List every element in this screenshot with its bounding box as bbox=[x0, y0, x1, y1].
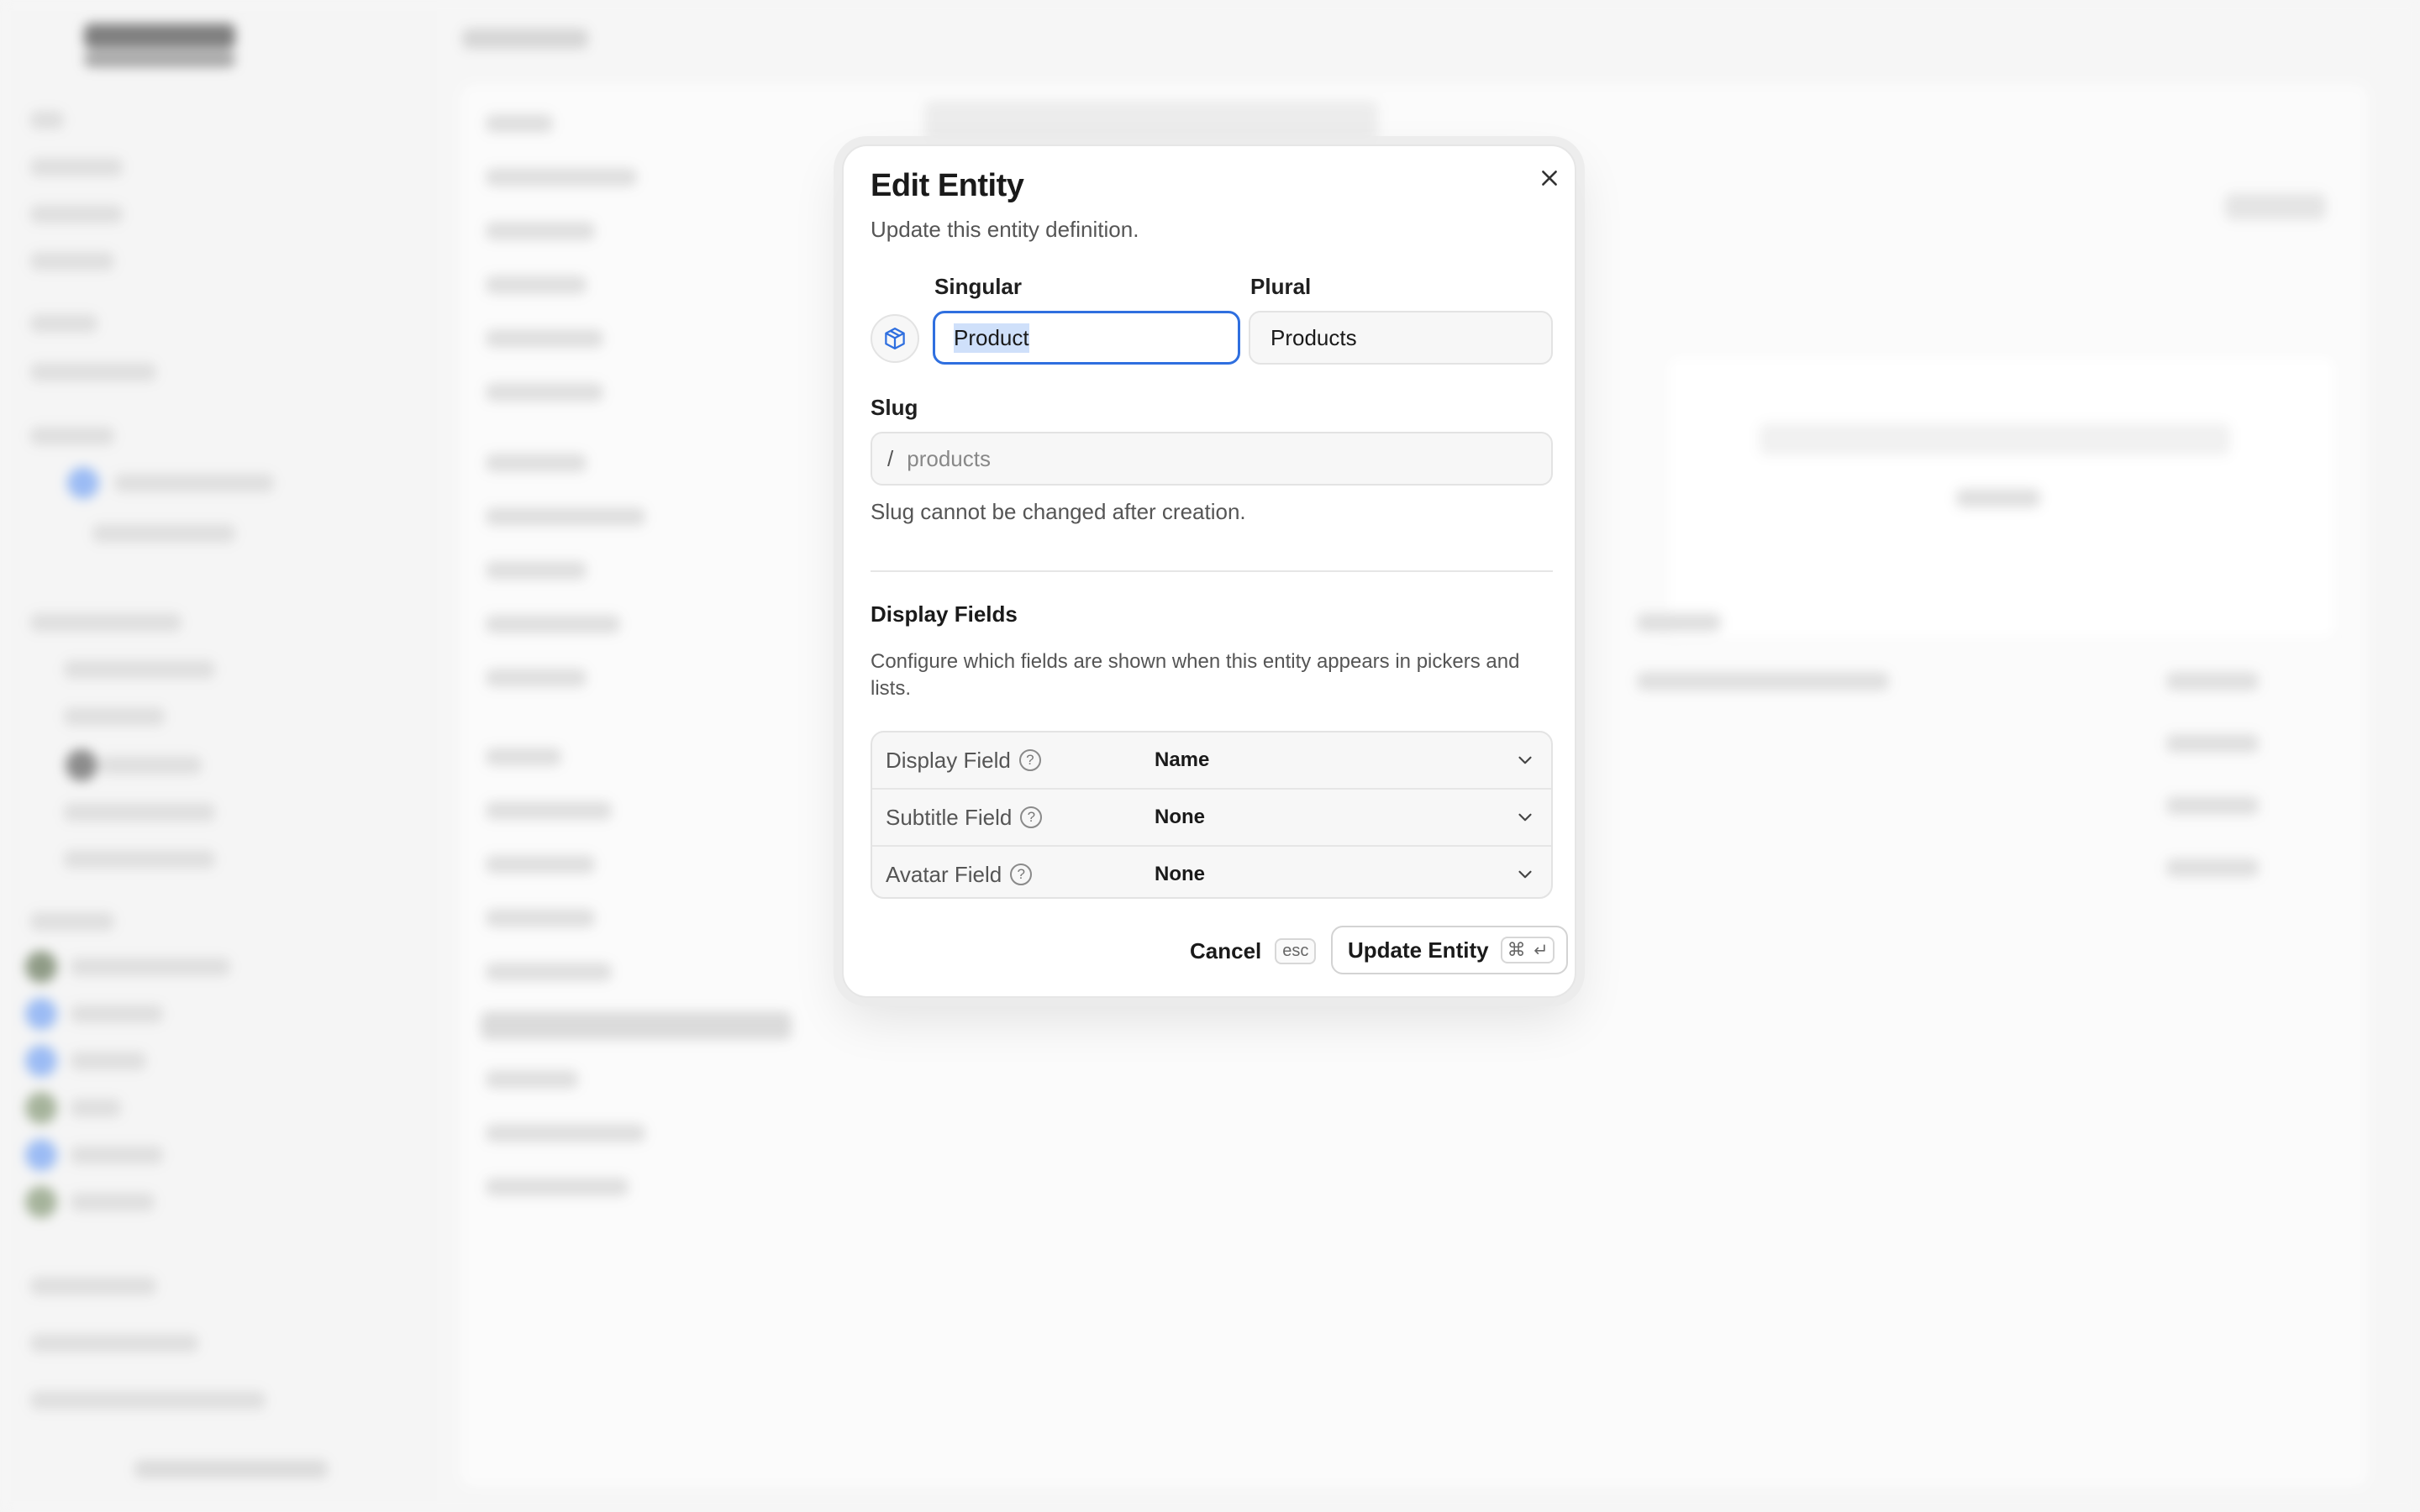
plural-label: Plural bbox=[1250, 274, 1312, 299]
chevron-down-icon bbox=[1518, 870, 1532, 879]
entity-icon-picker[interactable] bbox=[871, 314, 919, 363]
cancel-button[interactable]: Cancel esc bbox=[1190, 927, 1317, 974]
edit-entity-dialog: Edit Entity Update this entity definitio… bbox=[842, 144, 1576, 998]
field-row-label: Subtitle Field? bbox=[886, 805, 1043, 831]
display-fields-table: Display Field? Name Subtitle Field? None… bbox=[871, 731, 1553, 899]
close-button[interactable] bbox=[1531, 160, 1568, 197]
slug-input[interactable]: / products bbox=[871, 432, 1553, 486]
update-entity-label: Update Entity bbox=[1348, 937, 1489, 963]
display-field-row[interactable]: Display Field? Name bbox=[872, 732, 1551, 790]
slug-label: Slug bbox=[871, 395, 918, 420]
update-entity-button[interactable]: Update Entity ⌘ bbox=[1331, 926, 1568, 974]
display-fields-title: Display Fields bbox=[871, 601, 1018, 627]
esc-shortcut: esc bbox=[1275, 937, 1317, 964]
slug-placeholder: products bbox=[907, 445, 991, 471]
close-icon bbox=[1542, 171, 1557, 186]
submit-shortcut: ⌘ bbox=[1500, 937, 1555, 963]
slug-prefix: / bbox=[887, 445, 894, 471]
help-icon[interactable]: ? bbox=[1010, 864, 1033, 885]
cube-icon bbox=[885, 328, 905, 349]
subtitle-field-row[interactable]: Subtitle Field? None bbox=[872, 790, 1551, 847]
chevron-down-icon bbox=[1518, 813, 1532, 822]
display-fields-description: Configure which fields are shown when th… bbox=[871, 650, 1520, 700]
singular-value: Product bbox=[954, 323, 1029, 353]
avatar-field-select[interactable]: None bbox=[1155, 863, 1205, 886]
help-icon[interactable]: ? bbox=[1020, 806, 1043, 828]
singular-input[interactable]: Product bbox=[933, 311, 1240, 365]
display-field-select[interactable]: Name bbox=[1155, 748, 1209, 772]
cancel-label: Cancel bbox=[1190, 937, 1262, 963]
avatar-field-row[interactable]: Avatar Field? None bbox=[872, 847, 1551, 897]
field-row-label: Avatar Field? bbox=[886, 862, 1033, 888]
plural-value: Products bbox=[1270, 324, 1357, 350]
chevron-down-icon bbox=[1518, 756, 1532, 764]
dialog-title: Edit Entity bbox=[871, 168, 1024, 203]
dialog-subtitle: Update this entity definition. bbox=[871, 217, 1139, 242]
subtitle-field-select[interactable]: None bbox=[1155, 806, 1205, 829]
return-icon bbox=[1534, 944, 1545, 954]
slug-hint: Slug cannot be changed after creation. bbox=[871, 499, 1246, 524]
singular-label: Singular bbox=[934, 274, 1023, 299]
command-key: ⌘ bbox=[1507, 939, 1526, 960]
help-icon[interactable]: ? bbox=[1018, 749, 1041, 771]
plural-input[interactable]: Products bbox=[1249, 311, 1553, 365]
section-divider bbox=[871, 570, 1553, 572]
field-row-label: Display Field? bbox=[886, 748, 1041, 774]
